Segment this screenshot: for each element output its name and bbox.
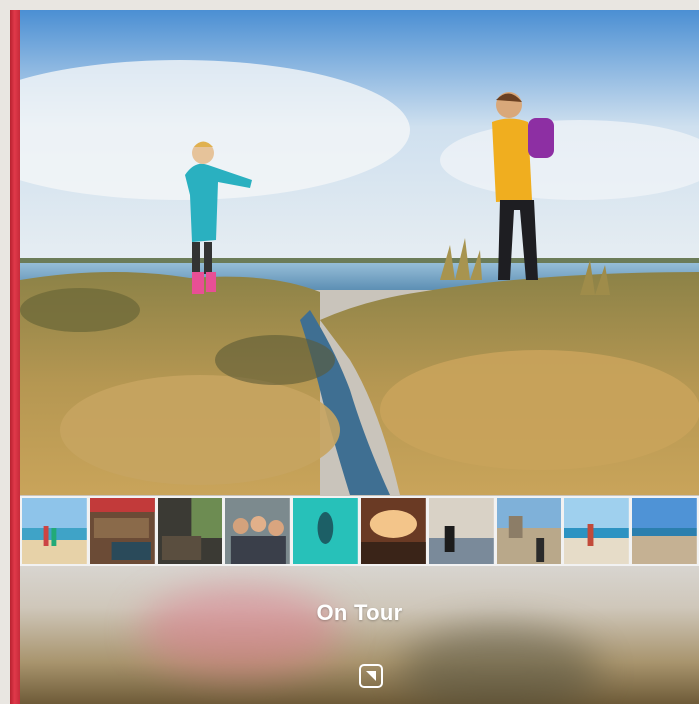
book-title: On Tour (316, 600, 403, 625)
thumbnail-ruins (496, 498, 562, 564)
thumbnail-silhouette (428, 498, 494, 564)
blur-shape (400, 626, 600, 704)
thumbnail-sunset-deck (360, 498, 426, 564)
thumbnail-coast (632, 498, 697, 564)
thumbnail-beach (22, 498, 87, 564)
thumbnail-hostel (89, 498, 155, 564)
photo-book: On Tour (10, 10, 699, 704)
thumbnail-surfer (564, 498, 630, 564)
photobook-logo-icon (359, 664, 383, 688)
hero-photo (20, 10, 699, 495)
book-spine (10, 10, 20, 704)
thumbnail-strip (20, 496, 699, 566)
thumbnail-group-selfie (225, 498, 291, 564)
thumbnail-cafe (157, 498, 223, 564)
cover-blur-area: On Tour (20, 566, 699, 704)
thumbnail-snorkel (293, 498, 358, 564)
